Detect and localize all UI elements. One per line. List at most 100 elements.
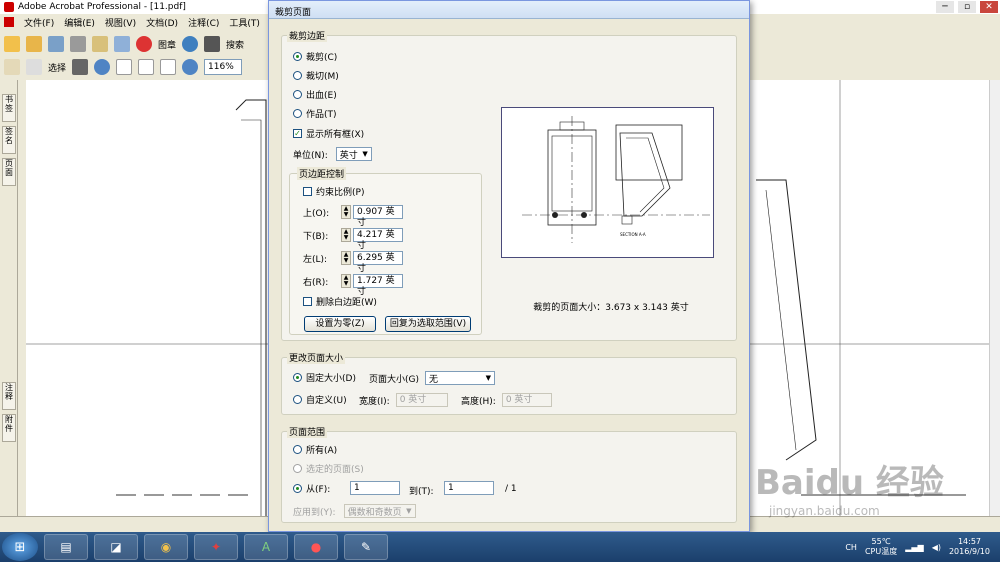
preview-drawing: SECTION A-A [522,116,710,243]
height-input[interactable]: 0 英寸 [501,393,552,407]
acrobat-menu-icon[interactable] [4,17,14,27]
radio-button[interactable] [293,90,302,99]
checkbox[interactable]: ✓ [293,129,302,138]
spinner-icon[interactable]: ▲ ▼ [341,274,351,288]
bottom-margin-input[interactable]: 4.217 英寸 [353,228,403,251]
review-icon[interactable] [92,36,108,52]
radio-button[interactable] [293,373,302,382]
link-icon[interactable] [114,36,130,52]
fit-page-icon[interactable] [138,59,155,75]
radio-button[interactable] [293,52,302,61]
paint-task[interactable]: ✎ [344,534,388,560]
zoom-out-icon[interactable] [182,59,199,75]
set-to-zero-button[interactable]: 设置为零(Z) [304,316,376,332]
save-icon[interactable] [48,36,64,52]
chevron-down-icon: ▼ [406,507,412,515]
zoom-level-field[interactable]: 116% [204,59,243,75]
chrome-icon: ◉ [160,540,172,554]
menu-comments[interactable]: 注释(C) [188,16,219,29]
app-task[interactable]: ● [294,534,338,560]
apply-to-select[interactable]: 偶数和奇数页 ▼ [343,504,416,518]
print-icon[interactable] [70,36,86,52]
unit-value: 英寸 [339,150,358,161]
top-margin-input[interactable]: 0.907 英寸 [353,205,403,228]
to-page-input[interactable]: 1 [444,481,494,495]
page-size-select[interactable]: 无 ▼ [425,371,495,385]
vertical-scrollbar[interactable] [989,80,1000,516]
menu-view[interactable]: 视图(V) [105,16,136,29]
close-button[interactable]: ✕ [980,1,998,13]
minimize-button[interactable]: ─ [936,1,954,13]
volume-icon[interactable]: ◀) [932,543,941,552]
radio-button[interactable] [293,464,302,473]
remove-white-margins-checkbox[interactable]: 删除白边距(W) [303,295,377,308]
radio-artbox[interactable]: 作品(T) [293,107,337,120]
all-pages-radio[interactable]: 所有(A) [293,443,337,456]
attachments-tab[interactable]: 附件 [2,414,16,442]
maximize-button[interactable]: ▫ [958,1,976,13]
radio-button[interactable] [293,484,302,493]
network-icon[interactable]: ▂▄▆ [905,543,923,552]
radio-bleedbox[interactable]: 出血(E) [293,88,337,101]
left-margin-input[interactable]: 6.295 英寸 [353,251,403,274]
ie-task[interactable]: ◪ [94,534,138,560]
chrome-task[interactable]: ◉ [144,534,188,560]
fit-width-icon[interactable] [160,59,177,75]
radio-cropbox[interactable]: 裁剪(C) [293,50,337,63]
radio-trimbox[interactable]: 裁切(M) [293,69,339,82]
stamp-icon[interactable] [136,36,152,52]
revert-to-selection-button[interactable]: 回复为选取范围(V) [385,316,471,332]
menu-edit[interactable]: 编辑(E) [64,16,95,29]
zoom-icon[interactable] [94,59,111,75]
right-margin-input[interactable]: 1.727 英寸 [353,274,403,297]
signatures-tab[interactable]: 签名 [2,126,16,154]
unit-select[interactable]: 英寸 ▼ [335,147,372,161]
margin-control-title: 页边距控制 [297,167,347,180]
checkbox[interactable] [303,297,312,306]
custom-size-radio[interactable]: 自定义(U) [293,393,347,406]
constrain-proportions-checkbox[interactable]: 约束比例(P) [303,185,364,198]
spinner-icon[interactable]: ▲ ▼ [341,251,351,265]
start-button[interactable]: ⊞ [2,533,38,561]
radio-button[interactable] [293,109,302,118]
cpu-temp-widget[interactable]: 55℃ CPU温度 [865,537,897,557]
clock[interactable]: 14:57 2016/9/10 [949,537,990,557]
snapshot-icon[interactable] [72,59,89,75]
radio-button[interactable] [293,395,302,404]
open-icon[interactable] [26,36,42,52]
radio-button[interactable] [293,71,302,80]
web-icon[interactable] [182,36,199,52]
watermark-brand: Baidu 经验 [755,463,944,503]
from-page-input[interactable]: 1 [350,481,400,495]
select-text-icon[interactable] [26,59,42,75]
select-tool-button[interactable]: 选择 [48,61,66,74]
pages-tab[interactable]: 页面 [2,158,16,186]
selected-pages-radio[interactable]: 选定的页面(S) [293,462,364,475]
comments-tab[interactable]: 注释 [2,382,16,410]
spinner-icon[interactable]: ▲ ▼ [341,228,351,242]
show-all-boxes-checkbox[interactable]: ✓ 显示所有框(X) [293,127,364,140]
create-pdf-icon[interactable] [4,36,20,52]
menu-tools[interactable]: 工具(T) [229,16,260,29]
binoculars-icon[interactable] [204,36,221,52]
stamp-button[interactable]: 图章 [158,38,176,51]
explorer-task[interactable]: ▤ [44,534,88,560]
acrobat-pdf-task[interactable]: ✦ [194,534,238,560]
radio-button[interactable] [293,445,302,454]
hand-tool-icon[interactable] [4,59,20,75]
from-radio[interactable]: 从(F): [293,482,330,495]
language-indicator[interactable]: CH [845,543,857,552]
checkbox[interactable] [303,187,312,196]
acrobat-pro-task[interactable]: A [244,534,288,560]
search-button[interactable]: 搜索 [226,38,244,51]
radio-label: 所有(A) [306,446,338,456]
fixed-size-radio[interactable]: 固定大小(D) [293,371,356,384]
bookmarks-tab[interactable]: 书签 [2,94,16,122]
watermark-url: jingyan.baidu.com [769,504,880,518]
spinner-icon[interactable]: ▲ ▼ [341,205,351,219]
menu-document[interactable]: 文档(D) [146,16,178,29]
menu-file[interactable]: 文件(F) [24,16,54,29]
toolbar-file: 图章 搜索 [0,32,270,56]
width-input[interactable]: 0 英寸 [395,393,448,407]
actual-size-icon[interactable] [116,59,133,75]
